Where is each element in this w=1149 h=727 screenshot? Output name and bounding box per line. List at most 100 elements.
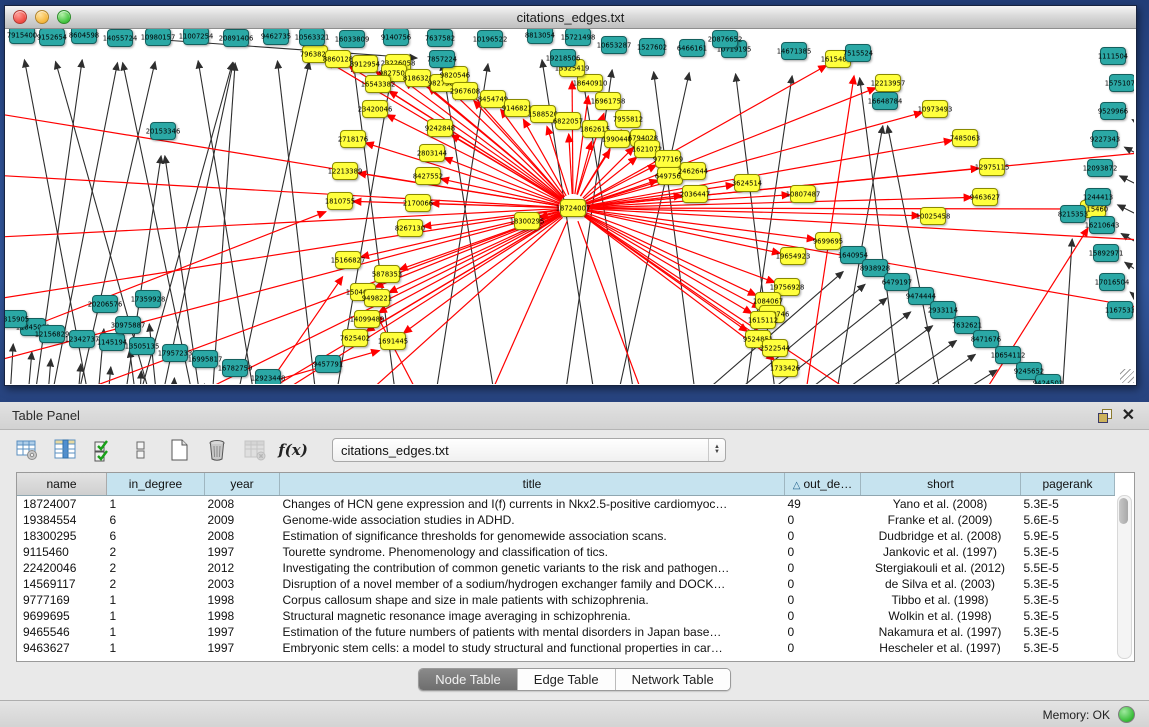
graph-node[interactable]: 9463627 xyxy=(970,189,1000,206)
graph-node[interactable]: 1244413 xyxy=(1083,189,1113,206)
column-header-year[interactable]: year xyxy=(205,473,280,496)
graph-node[interactable]: 18640910 xyxy=(573,75,608,92)
table-row[interactable]: 1872400712008Changes of HCN gene express… xyxy=(17,496,1115,513)
graph-edge[interactable] xyxy=(585,216,899,384)
graph-node[interactable]: 9140756 xyxy=(381,29,411,46)
column-header-name[interactable]: name xyxy=(17,473,107,496)
graph-node[interactable]: 10654112 xyxy=(991,347,1026,364)
graph-node[interactable]: 16961758 xyxy=(591,93,626,110)
graph-edge[interactable] xyxy=(1120,176,1134,196)
graph-edge[interactable] xyxy=(1060,239,1072,384)
float-panel-icon[interactable] xyxy=(1098,409,1112,423)
network-window-titlebar[interactable]: citations_edges.txt xyxy=(5,6,1136,29)
graph-node[interactable]: 8813054 xyxy=(525,29,555,44)
graph-node[interactable]: 2522544 xyxy=(760,340,790,357)
graph-node[interactable]: 7637582 xyxy=(425,30,455,47)
graph-node[interactable]: 15166827 xyxy=(331,252,366,269)
graph-node[interactable]: 2462644 xyxy=(678,163,708,180)
graph-edge[interactable] xyxy=(75,364,81,384)
graph-edge[interactable] xyxy=(960,228,1088,384)
graph-edge[interactable] xyxy=(587,197,972,207)
graph-edge[interactable] xyxy=(654,72,700,384)
graph-edge[interactable] xyxy=(45,359,51,384)
table-row[interactable]: 1938455462009Genome-wide association stu… xyxy=(17,512,1115,528)
graph-node[interactable]: 12093872 xyxy=(1083,160,1118,177)
graph-node[interactable]: 11007254 xyxy=(179,29,214,45)
graph-edge[interactable] xyxy=(888,126,948,384)
graph-node[interactable]: 1733426 xyxy=(770,360,800,377)
graph-node[interactable]: 7625402 xyxy=(340,330,370,347)
graph-node[interactable]: 7515524 xyxy=(843,45,873,62)
column-header-pagerank[interactable]: pagerank xyxy=(1021,473,1115,496)
graph-edge[interactable] xyxy=(547,126,569,194)
graph-node[interactable]: 8267130 xyxy=(395,220,425,237)
table-selector-combobox[interactable]: citations_edges.txt ▲▼ xyxy=(332,438,726,462)
graph-node[interactable]: 8912954 xyxy=(350,56,380,73)
graph-node[interactable]: 8427552 xyxy=(413,168,443,185)
graph-node[interactable]: 3315905 xyxy=(5,311,29,328)
graph-node[interactable]: 12213957 xyxy=(871,75,906,92)
graph-node[interactable]: 9777169 xyxy=(653,151,683,168)
graph-edge[interactable] xyxy=(572,81,573,194)
graph-node[interactable]: 16648784 xyxy=(868,93,903,110)
graph-node[interactable]: 16210643 xyxy=(1085,217,1120,234)
graph-node[interactable]: 10196522 xyxy=(473,31,508,48)
graph-node[interactable]: 9227343 xyxy=(1090,131,1120,148)
graph-node[interactable]: 13505135 xyxy=(125,338,160,355)
tab-node-table[interactable]: Node Table xyxy=(419,669,518,690)
graph-node[interactable]: 10807487 xyxy=(786,186,821,203)
graph-node[interactable]: 9462735 xyxy=(261,29,291,45)
graph-node[interactable]: 14055724 xyxy=(103,30,138,47)
network-canvas[interactable]: 1872400718300295796382288601288912954232… xyxy=(5,29,1136,385)
tab-edge-table[interactable]: Edge Table xyxy=(518,669,616,690)
graph-node[interactable]: 9498221 xyxy=(362,290,392,307)
graph-node[interactable]: 7857224 xyxy=(427,51,457,68)
graph-node[interactable]: 9457791 xyxy=(313,356,343,373)
network-graph[interactable]: 1872400718300295796382288601288912954232… xyxy=(5,29,1134,384)
column-header-short[interactable]: short xyxy=(861,473,1021,496)
graph-node[interactable]: 6822057 xyxy=(553,113,583,130)
graph-node[interactable]: 12342737 xyxy=(65,331,100,348)
graph-node[interactable]: 9424502 xyxy=(1033,375,1063,385)
new-column-icon[interactable] xyxy=(166,437,192,463)
graph-node[interactable]: 1111504 xyxy=(1098,48,1128,65)
table-row[interactable]: 1456911722003Disruption of a novel membe… xyxy=(17,576,1115,592)
graph-edge[interactable] xyxy=(587,211,781,253)
close-panel-icon[interactable]: ✕ xyxy=(1122,409,1135,423)
delete-columns-icon[interactable] xyxy=(204,437,230,463)
graph-node[interactable]: 3624514 xyxy=(732,175,762,192)
graph-node[interactable]: 14099489 xyxy=(350,311,385,328)
table-scrollbar-thumb[interactable] xyxy=(1119,498,1128,524)
rows-icon[interactable] xyxy=(128,437,154,463)
graph-node[interactable]: 10973493 xyxy=(918,101,953,118)
graph-node[interactable]: 16543382 xyxy=(361,76,396,93)
select-columns-icon[interactable] xyxy=(90,437,116,463)
graph-node[interactable]: 10653287 xyxy=(597,37,632,54)
graph-node[interactable]: 2803144 xyxy=(417,145,447,162)
graph-node[interactable]: 23420046 xyxy=(358,101,393,118)
graph-edge[interactable] xyxy=(1132,120,1134,136)
graph-node[interactable]: 10563321 xyxy=(295,29,330,46)
graph-node[interactable]: 1615112 xyxy=(748,312,778,329)
graph-node[interactable]: 8215353 xyxy=(1058,206,1088,223)
tab-network-table[interactable]: Network Table xyxy=(616,669,730,690)
table-scrollbar[interactable] xyxy=(1117,495,1132,659)
graph-node[interactable]: 16033809 xyxy=(335,31,370,48)
graph-node[interactable]: 12213389 xyxy=(328,163,363,180)
graph-node[interactable]: 17359928 xyxy=(131,291,166,308)
table-row[interactable]: 946554611997Estimation of the future num… xyxy=(17,624,1115,640)
graph-node[interactable]: 5878353 xyxy=(372,266,402,283)
column-header-title[interactable]: title xyxy=(280,473,785,496)
graph-node[interactable]: 6466161 xyxy=(677,40,707,57)
graph-edge[interactable] xyxy=(569,134,572,194)
graph-node[interactable]: 19654923 xyxy=(776,248,811,265)
graph-edge[interactable] xyxy=(8,344,13,384)
graph-edge[interactable] xyxy=(587,208,1080,209)
graph-edge[interactable] xyxy=(25,352,32,384)
graph-node[interactable]: 10980157 xyxy=(141,29,176,46)
table-row[interactable]: 946362711997Embryonic stem cells: a mode… xyxy=(17,640,1115,656)
table-row[interactable]: 969969511998Structural magnetic resonanc… xyxy=(17,608,1115,624)
graph-edge[interactable] xyxy=(587,210,815,240)
graph-node[interactable]: 12923448 xyxy=(251,370,286,385)
graph-edge[interactable] xyxy=(5,213,560,384)
